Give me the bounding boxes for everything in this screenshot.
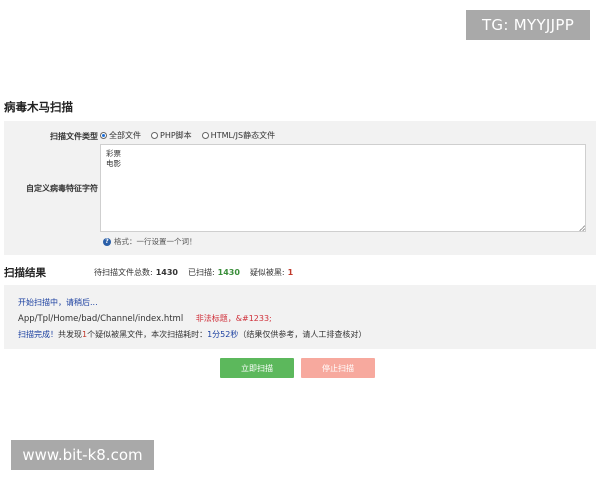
- start-scan-button[interactable]: 立即扫描: [220, 358, 294, 378]
- file-type-option-all[interactable]: 全部文件: [100, 130, 141, 141]
- log-file-path[interactable]: App/Tpl/Home/bad/Channel/index.html: [18, 314, 183, 324]
- log-summary-suffix: （结果仅供参考，请人工排查核对）: [238, 330, 367, 339]
- format-hint: ? 格式：一行设置一个词！: [103, 236, 197, 247]
- log-file-line: App/Tpl/Home/bad/Channel/index.html 非法标题…: [18, 311, 596, 327]
- log-warning: 非法标题，&#1233;: [195, 314, 272, 323]
- radio-unselected-icon[interactable]: [151, 132, 158, 139]
- suspect-value: 1: [287, 267, 294, 277]
- total-files-stat: 待扫描文件总数: 1430: [94, 267, 178, 278]
- format-hint-text: 格式：一行设置一个词！: [114, 237, 197, 246]
- results-title: 扫描结果: [4, 266, 46, 279]
- site-watermark: www.bit-k8.com: [11, 440, 154, 470]
- file-type-label: 扫描文件类型: [50, 132, 98, 141]
- file-type-option-label: 全部文件: [109, 131, 141, 140]
- question-circle-icon: ?: [103, 237, 111, 246]
- file-type-option-label: PHP脚本: [160, 131, 192, 140]
- custom-signature-textarea[interactable]: 彩票 电影: [100, 144, 586, 232]
- log-summary-prefix: 共发现: [58, 330, 82, 339]
- suspect-label: 疑似被黑:: [249, 267, 285, 277]
- tg-watermark: TG: MYYJJPP: [466, 10, 590, 40]
- scan-log-panel: 开始扫描中，请稍后... App/Tpl/Home/bad/Channel/in…: [4, 285, 596, 349]
- log-done-label: 扫描完成！: [18, 330, 58, 339]
- scanned-value: 1430: [217, 267, 240, 277]
- resize-grip-icon[interactable]: [579, 225, 585, 231]
- radio-unselected-icon[interactable]: [201, 132, 209, 139]
- total-files-label: 待扫描文件总数:: [94, 267, 153, 277]
- page-title: 病毒木马扫描: [4, 100, 73, 114]
- scanned-label: 已扫描:: [187, 267, 215, 277]
- total-files-value: 1430: [155, 267, 178, 277]
- scan-stats-row: 扫描结果 待扫描文件总数: 1430 已扫描: 1430 疑似被黑: 1: [4, 265, 596, 279]
- file-type-option-label: HTML/JS静态文件: [210, 131, 276, 140]
- log-summary-mid: 个疑似被黑文件，本次扫描耗时：: [87, 330, 208, 339]
- file-type-option-php[interactable]: PHP脚本: [151, 130, 192, 141]
- scanned-stat: 已扫描: 1430: [188, 267, 240, 278]
- scan-settings-panel: 扫描文件类型 全部文件 PHP脚本 HTML/JS静态文件 自定义病毒特征字符 …: [4, 121, 596, 255]
- stop-scan-button[interactable]: 停止扫描: [301, 358, 375, 378]
- log-summary-line: 扫描完成！共发现1个疑似被黑文件，本次扫描耗时：1分52秒（结果仅供参考，请人工…: [18, 327, 596, 343]
- suspect-stat: 疑似被黑: 1: [250, 267, 293, 278]
- log-elapsed-time: 1分52秒: [207, 330, 239, 339]
- file-type-option-html-js[interactable]: HTML/JS静态文件: [201, 130, 276, 141]
- custom-signature-label: 自定义病毒特征字符: [26, 184, 98, 193]
- radio-selected-icon[interactable]: [100, 132, 107, 139]
- file-type-radio-group: 全部文件 PHP脚本 HTML/JS静态文件: [100, 130, 285, 141]
- log-start-line: 开始扫描中，请稍后...: [18, 298, 98, 307]
